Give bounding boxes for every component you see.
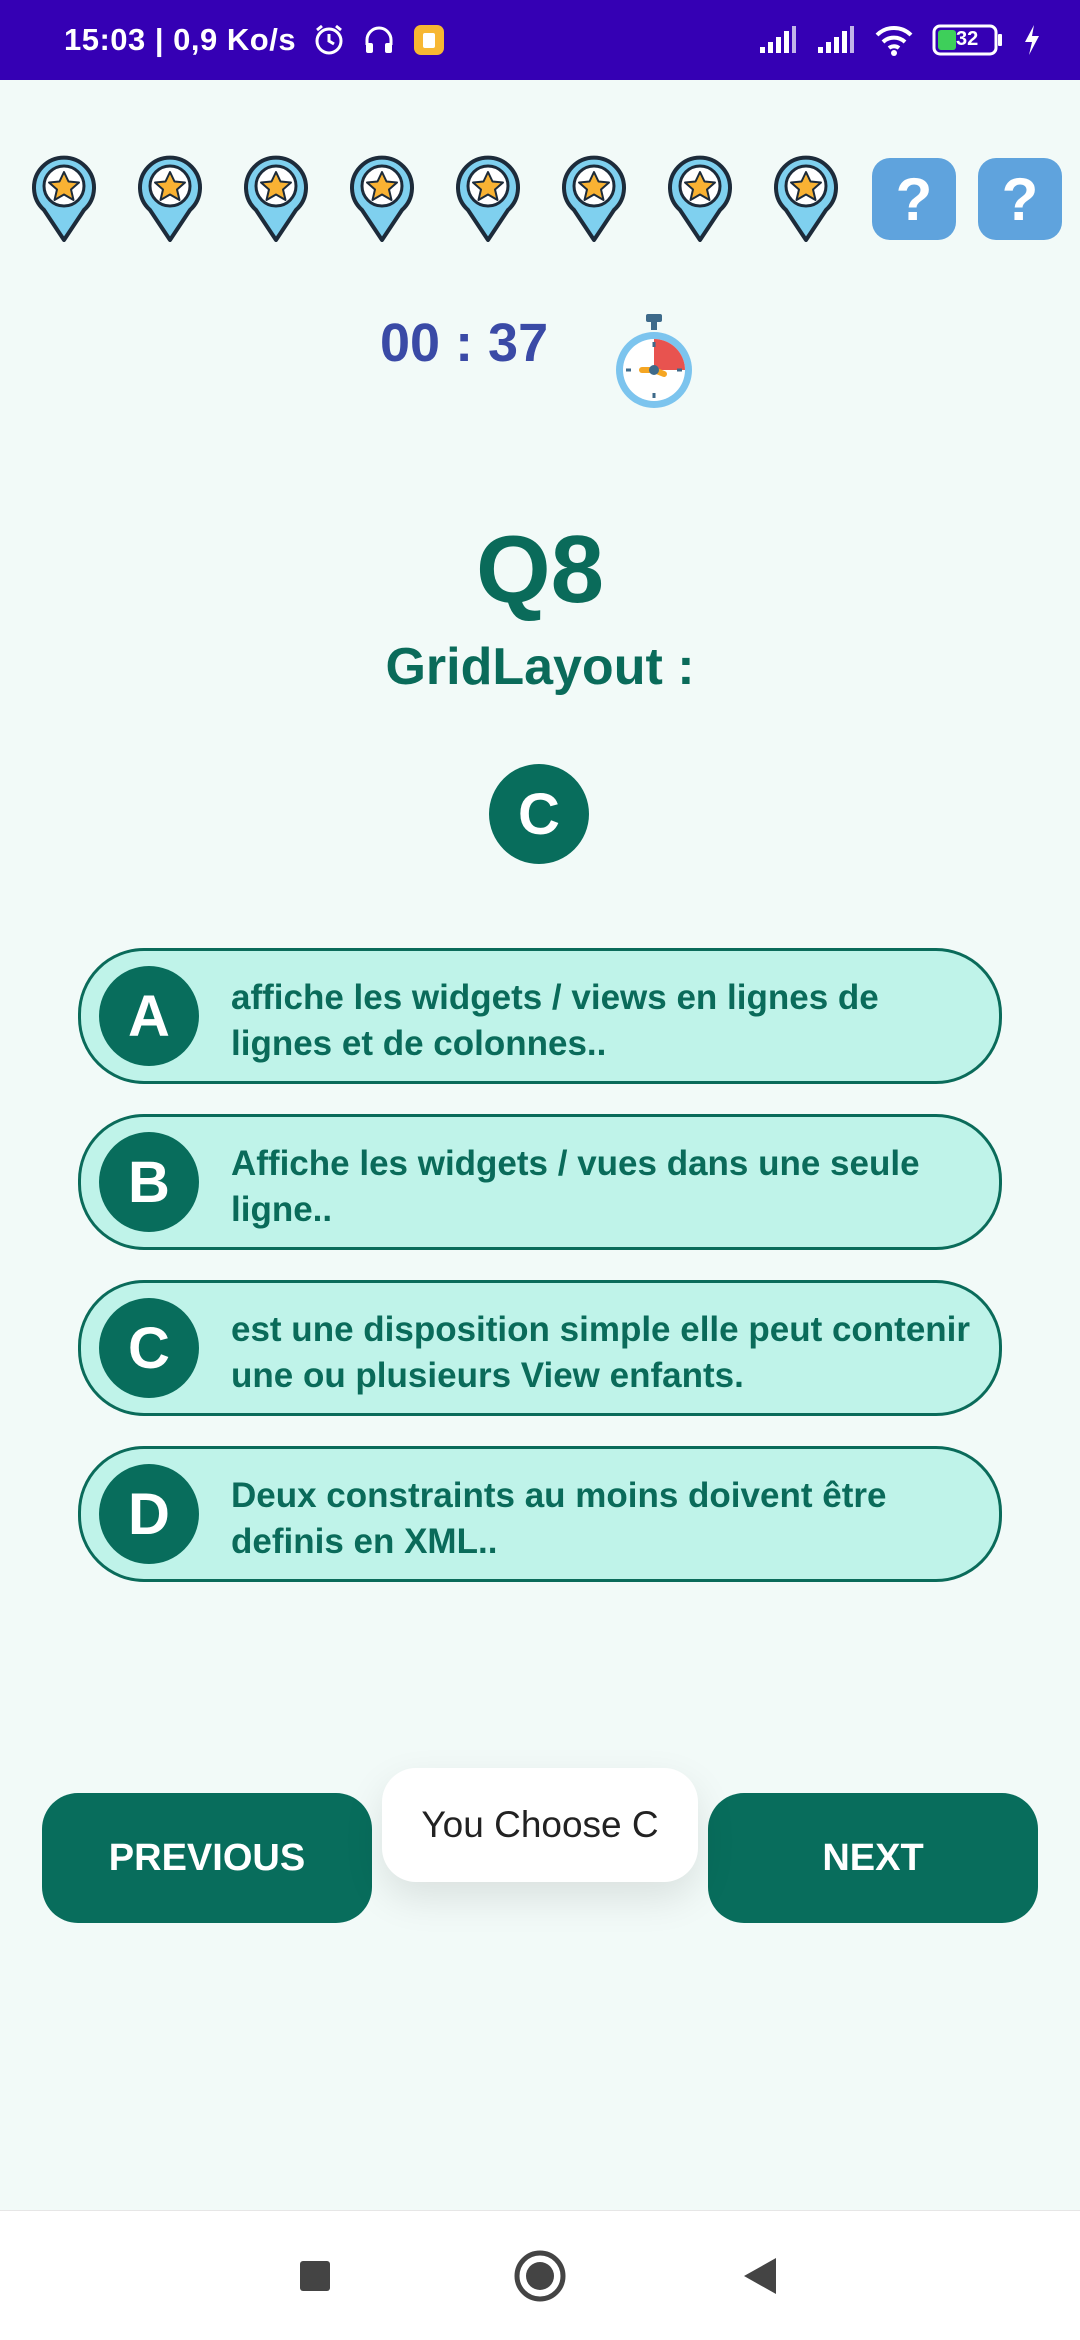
signal-icon	[816, 25, 856, 55]
star-pin-icon	[454, 152, 522, 242]
quiz-screen: 15:03 | 0,9 Ko/s 32 ? ? 00: 37 Q8 GridL…	[0, 0, 1080, 2340]
home-button[interactable]	[480, 2211, 600, 2340]
battery-level: 32	[956, 28, 979, 50]
headset-icon	[362, 23, 396, 57]
option-a[interactable]: A affiche les widgets / views en lignes …	[78, 948, 1002, 1084]
star-pin-icon	[666, 152, 734, 242]
star-pin-icon	[30, 152, 98, 242]
option-text: Deux constraints au moins doivent être d…	[231, 1476, 887, 1561]
star-pin-icon	[560, 152, 628, 242]
status-time-speed: 15:03 | 0,9 Ko/s	[64, 22, 297, 57]
alarm-icon	[312, 23, 346, 57]
app-notification-icon	[412, 23, 446, 57]
option-letter: B	[99, 1132, 199, 1232]
previous-button[interactable]: PREVIOUS	[42, 1793, 372, 1923]
option-c[interactable]: C est une disposition simple elle peut c…	[78, 1280, 1002, 1416]
selected-answer-badge: C	[489, 764, 589, 864]
question-text: GridLayout :	[385, 638, 695, 696]
option-text: affiche les widgets / views en lignes de…	[231, 978, 879, 1063]
triangle-back-icon	[744, 2258, 776, 2294]
charging-icon	[1022, 24, 1042, 56]
system-nav-bar	[0, 2210, 1080, 2340]
stopwatch-icon	[612, 312, 696, 412]
circle-icon	[514, 2250, 566, 2302]
status-bar: 15:03 | 0,9 Ko/s 32	[0, 0, 1080, 80]
star-pin-icon	[136, 152, 204, 242]
option-text: est une disposition simple elle peut con…	[231, 1310, 971, 1395]
battery-icon: 32	[932, 23, 1004, 57]
option-d[interactable]: D Deux constraints au moins doivent être…	[78, 1446, 1002, 1582]
locked-hint-icon: ?	[978, 158, 1062, 240]
hint-bar: ??	[30, 152, 1062, 252]
option-text: Affiche les widgets / vues dans une seul…	[231, 1144, 920, 1229]
signal-icon	[758, 25, 798, 55]
star-pin-icon	[242, 152, 310, 242]
next-button[interactable]: NEXT	[708, 1793, 1038, 1923]
countdown-timer: 00 : 37	[380, 313, 549, 373]
recent-apps-button[interactable]	[255, 2211, 375, 2340]
question-number: Q8	[475, 516, 605, 623]
choice-toast: You Choose C	[382, 1768, 698, 1882]
locked-hint-icon: ?	[872, 158, 956, 240]
star-pin-icon	[772, 152, 840, 242]
back-button[interactable]	[700, 2211, 820, 2340]
wifi-icon	[874, 24, 914, 56]
option-b[interactable]: B Affiche les widgets / vues dans une se…	[78, 1114, 1002, 1250]
star-pin-icon	[348, 152, 416, 242]
option-letter: C	[99, 1298, 199, 1398]
option-letter: A	[99, 966, 199, 1066]
square-icon	[300, 2261, 330, 2291]
option-letter: D	[99, 1464, 199, 1564]
